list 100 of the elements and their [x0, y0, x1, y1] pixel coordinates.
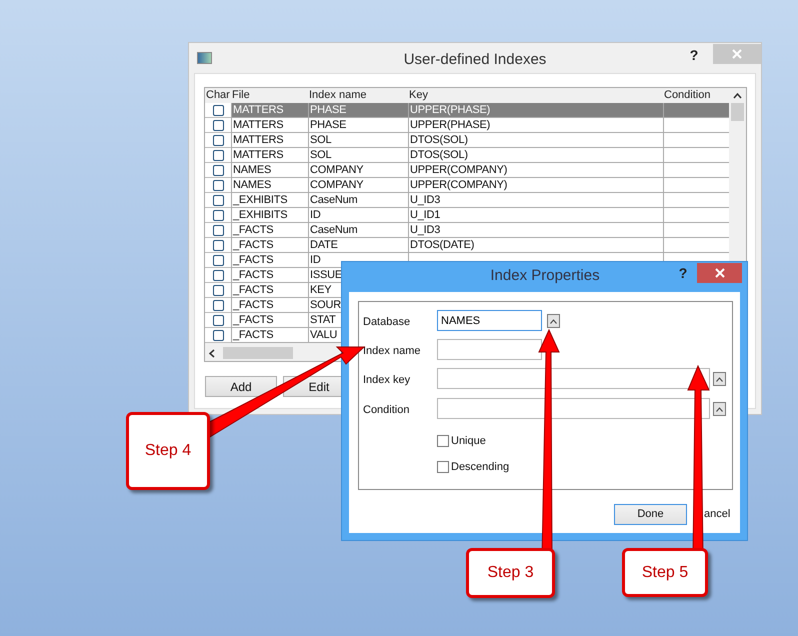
table-row[interactable]: _EXHIBITS CaseNum U_ID3	[205, 193, 730, 208]
table-cell: UPPER(COMPANY)	[410, 164, 508, 176]
column-header[interactable]: Condition	[663, 88, 730, 103]
table-cell: CaseNum	[310, 224, 358, 236]
table-cell: KEY	[310, 284, 332, 296]
help-button[interactable]: ?	[687, 45, 701, 66]
checkbox[interactable]	[212, 240, 224, 250]
scroll-thumb[interactable]	[731, 103, 744, 121]
input-field[interactable]: NAMES	[437, 310, 542, 331]
table-cell: MATTERS	[233, 119, 284, 131]
table-cell: UPPER(PHASE)	[410, 104, 490, 116]
checkbox[interactable]	[212, 104, 224, 116]
caret-icon	[716, 376, 723, 382]
table-row[interactable]: MATTERS PHASE UPPER(PHASE)	[205, 103, 730, 118]
table-cell: ISSUE	[310, 269, 342, 281]
scroll-thumb[interactable]	[223, 347, 293, 359]
close-icon	[714, 268, 724, 278]
table-cell: DTOS(SOL)	[410, 134, 468, 146]
cancel-button[interactable]: ancel	[704, 506, 730, 522]
checkbox[interactable]	[212, 330, 224, 340]
table-cell: U_ID1	[410, 209, 440, 221]
scroll-left-icon[interactable]	[209, 349, 215, 358]
caret-icon	[716, 406, 723, 412]
table-cell: _FACTS	[233, 314, 274, 326]
table-cell: _FACTS	[233, 239, 274, 251]
callout-label: Step 3	[466, 548, 555, 598]
table-cell: UPPER(COMPANY)	[410, 179, 508, 191]
table-cell: _EXHIBITS	[233, 194, 288, 206]
table-cell: _FACTS	[233, 299, 274, 311]
checkbox[interactable]	[212, 164, 224, 176]
table-cell: SOUR	[310, 299, 341, 311]
close-icon	[732, 49, 742, 59]
expand-button[interactable]	[713, 372, 726, 386]
checkbox[interactable]	[212, 270, 224, 280]
checkbox[interactable]	[212, 150, 224, 160]
table-cell: _FACTS	[233, 329, 274, 341]
table-cell: _FACTS	[233, 224, 274, 236]
table-cell: _FACTS	[233, 254, 274, 266]
checkbox[interactable]	[437, 435, 449, 448]
checkbox[interactable]	[212, 194, 224, 206]
window-title: Index Properties	[489, 266, 601, 286]
table-row[interactable]: NAMES COMPANY UPPER(COMPANY)	[205, 163, 730, 178]
field-label: Index key	[363, 373, 410, 388]
table-cell: _FACTS	[233, 269, 274, 281]
input-field[interactable]	[437, 368, 710, 389]
table-cell: COMPANY	[310, 179, 364, 191]
checkbox[interactable]	[212, 284, 224, 296]
table-cell: DTOS(SOL)	[410, 149, 468, 161]
checkbox[interactable]	[437, 461, 449, 474]
table-row[interactable]: _EXHIBITS ID U_ID1	[205, 208, 730, 223]
done-button[interactable]: Done	[614, 504, 687, 525]
table-cell: MATTERS	[233, 134, 284, 146]
window-title: User-defined Indexes	[402, 50, 548, 70]
field-label: Index name	[363, 344, 420, 359]
table-cell: SOL	[310, 149, 332, 161]
field-label: Condition	[363, 403, 410, 418]
table-row[interactable]: MATTERS SOL DTOS(SOL)	[205, 133, 730, 148]
input-field[interactable]	[437, 339, 542, 360]
input-field[interactable]	[437, 398, 710, 419]
table-cell: NAMES	[233, 179, 272, 191]
table-cell: CaseNum	[310, 194, 358, 206]
table-cell: NAMES	[233, 164, 272, 176]
checkbox[interactable]	[212, 180, 224, 190]
table-cell: _FACTS	[233, 284, 274, 296]
column-header[interactable]: File	[231, 88, 308, 103]
table-row[interactable]: MATTERS SOL DTOS(SOL)	[205, 148, 730, 163]
table-cell: ID	[310, 254, 321, 266]
table-cell: U_ID3	[410, 224, 440, 236]
table-cell: DATE	[310, 239, 338, 251]
checkbox[interactable]	[212, 134, 224, 146]
checkbox[interactable]	[212, 120, 224, 130]
column-header[interactable]: Key	[408, 88, 663, 103]
checkbox[interactable]	[212, 314, 224, 326]
checkbox[interactable]	[212, 210, 224, 220]
checkbox-label: Descending	[451, 460, 510, 475]
table-cell: VALU	[310, 329, 338, 341]
table-cell: UPPER(PHASE)	[410, 119, 490, 131]
caret-icon	[550, 318, 557, 324]
table-row[interactable]: NAMES COMPANY UPPER(COMPANY)	[205, 178, 730, 193]
checkbox[interactable]	[212, 300, 224, 310]
field-label: Database	[363, 315, 410, 330]
close-button[interactable]	[697, 263, 742, 283]
checkbox[interactable]	[212, 254, 224, 266]
column-header[interactable]: Char	[205, 88, 231, 103]
table-row[interactable]: _FACTS DATE DTOS(DATE)	[205, 238, 730, 253]
table-cell: SOL	[310, 134, 332, 146]
table-cell: PHASE	[310, 104, 346, 116]
dialog-button[interactable]: Add	[205, 376, 277, 397]
checkbox-label: Unique	[451, 434, 486, 449]
expand-button[interactable]	[713, 402, 726, 416]
expand-button[interactable]	[547, 314, 560, 328]
callout-label: Step 5	[622, 548, 708, 597]
table-row[interactable]: _FACTS CaseNum U_ID3	[205, 223, 730, 238]
table-cell: COMPANY	[310, 164, 364, 176]
table-cell: MATTERS	[233, 104, 284, 116]
table-cell: MATTERS	[233, 149, 284, 161]
checkbox[interactable]	[212, 224, 224, 236]
scroll-up-icon[interactable]	[733, 93, 742, 99]
column-header[interactable]: Index name	[308, 88, 408, 103]
table-row[interactable]: MATTERS PHASE UPPER(PHASE)	[205, 118, 730, 133]
